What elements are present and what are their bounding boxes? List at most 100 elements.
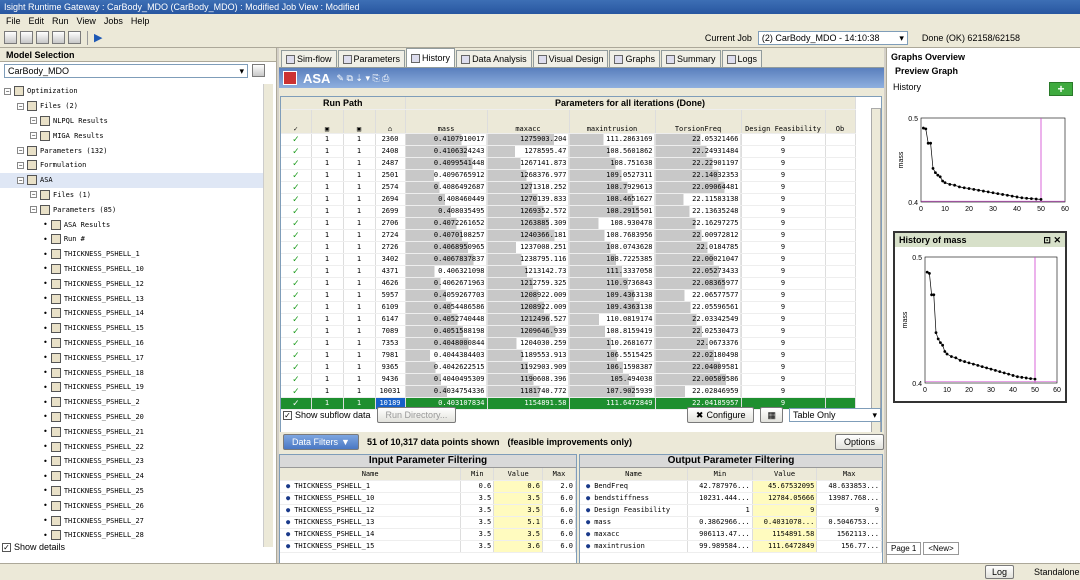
filter-row[interactable]: ● maxacc 906113.47... 1154891.58 1562113... xyxy=(580,528,882,541)
tree-node[interactable]: • THICKNESS_PSHELL_19 xyxy=(0,380,270,395)
column-header[interactable]: Name xyxy=(580,468,689,481)
tab-summary[interactable]: Summary xyxy=(660,50,721,67)
tree-node[interactable]: − Formulation xyxy=(0,158,270,173)
filter-cell[interactable]: 12784.05666 xyxy=(752,492,818,505)
graph-icon[interactable] xyxy=(68,31,81,44)
tab-visual-design[interactable]: Visual Design xyxy=(532,50,609,67)
filter-cell[interactable]: 45.67532095 xyxy=(752,480,818,493)
filter-row[interactable]: ● THICKNESS_PSHELL_1 0.6 0.6 2.0 xyxy=(280,480,576,493)
tab-sim-flow[interactable]: Sim-flow xyxy=(281,50,337,67)
table-row[interactable]: ✓ 1 1 2487 0.4099541448 1267141.873 108.751638… xyxy=(281,157,856,170)
tree-node[interactable]: • THICKNESS_PSHELL_28 xyxy=(0,528,270,543)
column-header[interactable]: Design Feasibility xyxy=(741,109,826,134)
expand-icon[interactable]: − xyxy=(30,117,37,125)
model-edit-icon[interactable] xyxy=(252,64,265,77)
filter-cell[interactable]: 9 xyxy=(752,504,818,517)
tree-node[interactable]: • THICKNESS_PSHELL_25 xyxy=(0,484,270,499)
configure-button[interactable]: ✖ Configure xyxy=(686,407,755,423)
current-job-select[interactable]: (2) CarBody_MDO - 14:10:38 ▾ xyxy=(757,31,908,45)
filter-cell[interactable]: 5.1 xyxy=(493,516,543,529)
filter-cell[interactable]: 111.6472849 xyxy=(752,540,818,553)
menu-jobs[interactable]: Jobs xyxy=(100,16,127,26)
filter-row[interactable]: ● Design Feasibility 1 9 9 xyxy=(580,504,882,517)
tree-node[interactable]: • THICKNESS_PSHELL_2 xyxy=(0,395,270,410)
menu-run[interactable]: Run xyxy=(48,16,73,26)
table-view-button[interactable]: ▦ xyxy=(760,407,783,423)
tree-node[interactable]: − Parameters (85) xyxy=(0,202,270,217)
show-details[interactable]: ✓ Show details xyxy=(2,542,65,552)
col-icon-2[interactable]: ▣ xyxy=(343,109,376,134)
tree-node[interactable]: • THICKNESS_PSHELL_26 xyxy=(0,498,270,513)
tree-scrollbar[interactable] xyxy=(263,84,273,547)
table-row[interactable]: ✓ 1 1 9436 0.4040495309 1190608.396 105.494038… xyxy=(281,373,856,386)
filter-cell[interactable]: 3.5 xyxy=(493,528,543,541)
filter-row[interactable]: ● BendFreq 42.787976... 45.67532095 48.63385… xyxy=(580,480,882,493)
filter-row[interactable]: ● THICKNESS_PSHELL_13 3.5 5.1 6.0 xyxy=(280,516,576,529)
tree-node[interactable]: − Parameters (132) xyxy=(0,143,270,158)
filter-row[interactable]: ● mass 0.3862966... 0.4031078... 0.5046753..… xyxy=(580,516,882,529)
column-header[interactable]: Value xyxy=(752,468,818,481)
save-icon[interactable] xyxy=(20,31,33,44)
column-header[interactable]: Ob xyxy=(825,109,856,134)
col-icon-1[interactable]: ▣ xyxy=(311,109,344,134)
table-row[interactable]: ✓ 1 1 6147 0.4052740448 1212496.527 110.081917… xyxy=(281,313,856,326)
tab-data-analysis[interactable]: Data Analysis xyxy=(456,50,532,67)
tree-node[interactable]: − MIGA Results xyxy=(0,128,270,143)
table-row[interactable]: ✓ 1 1 6109 0.4054486586 1208922.009 109.436313… xyxy=(281,301,856,314)
table-row[interactable]: ✓ 1 1 2699 0.408035495 1269352.572 108.2915501… xyxy=(281,205,856,218)
tree-node[interactable]: − ASA xyxy=(0,172,270,188)
tree-node[interactable]: − Optimization xyxy=(0,84,270,99)
close-icon[interactable]: ⊡ ✕ xyxy=(1043,235,1061,245)
expand-icon[interactable]: − xyxy=(30,132,37,140)
options-button[interactable]: Options xyxy=(834,434,884,450)
table-row[interactable]: ✓ 1 1 2501 0.4096765912 1268376.977 109.052731… xyxy=(281,169,856,182)
filter-row[interactable]: ● THICKNESS_PSHELL_14 3.5 3.5 6.0 xyxy=(280,528,576,541)
table-row[interactable]: ✓ 1 1 2694 0.408460449 1270139.833 108.4651627… xyxy=(281,193,856,206)
table-row[interactable]: ✓ 1 1 4626 0.4062671963 1212759.325 110.973684… xyxy=(281,277,856,290)
log-button[interactable]: Log xyxy=(985,565,1015,579)
table-row[interactable]: ✓ 1 1 10031 0.4034754336 1181740.772 107.90259… xyxy=(281,385,856,398)
table-row[interactable]: ✓ 1 1 2724 0.4070108257 1240366.181 108.768395… xyxy=(281,229,856,242)
expand-icon[interactable]: − xyxy=(17,161,24,169)
tree-node[interactable]: • THICKNESS_PSHELL_14 xyxy=(0,306,270,321)
table-row[interactable]: ✓ 1 1 2726 0.4068950965 1237008.251 108.074362… xyxy=(281,241,856,254)
run-directory-button[interactable]: Run Directory... xyxy=(376,407,457,423)
column-header[interactable]: TorsionFreq xyxy=(655,109,742,134)
tree-node[interactable]: • THICKNESS_PSHELL_16 xyxy=(0,336,270,351)
column-header[interactable]: Name xyxy=(280,468,462,481)
column-header[interactable]: Max xyxy=(816,468,882,481)
table-row[interactable]: ✓ 1 1 2706 0.4072261652 1263885.309 108.930478… xyxy=(281,217,856,230)
table-row[interactable]: ✓ 1 1 7353 0.4048000844 1204030.259 110.268167… xyxy=(281,337,856,350)
expand-icon[interactable]: − xyxy=(30,206,37,214)
component-toolbar-icons[interactable]: ✎ ⧉ ⇣ ▾ ⎘ ⎙ xyxy=(336,73,389,84)
expand-icon[interactable]: − xyxy=(30,191,37,199)
column-header[interactable]: Min xyxy=(687,468,753,481)
tree-node[interactable]: • THICKNESS_PSHELL_20 xyxy=(0,410,270,425)
page-tab-1[interactable]: Page 1 xyxy=(886,542,922,555)
expand-icon[interactable]: − xyxy=(17,102,24,110)
column-header[interactable]: Max xyxy=(542,468,576,481)
tree-node[interactable]: • THICKNESS_PSHELL_23 xyxy=(0,454,270,469)
filter-row[interactable]: ● THICKNESS_PSHELL_12 3.5 3.5 6.0 xyxy=(280,504,576,517)
column-header[interactable]: Value xyxy=(493,468,543,481)
expand-icon[interactable]: − xyxy=(17,176,24,184)
tab-graphs[interactable]: Graphs xyxy=(609,50,660,67)
table-row[interactable]: ✓ 1 1 9365 0.4042622515 1192903.909 106.159838… xyxy=(281,361,856,374)
tree-node[interactable]: • THICKNESS_PSHELL_12 xyxy=(0,276,270,291)
tab-logs[interactable]: Logs xyxy=(721,50,763,67)
data-filters-button[interactable]: Data Filters ▼ xyxy=(283,434,359,450)
tree-node[interactable]: • THICKNESS_PSHELL_22 xyxy=(0,439,270,454)
tree-node[interactable]: • THICKNESS_PSHELL_17 xyxy=(0,350,270,365)
tree-node[interactable]: − Files (1) xyxy=(0,188,270,203)
run-icon[interactable]: ▶ xyxy=(94,31,102,44)
tree-node[interactable]: • THICKNESS_PSHELL_13 xyxy=(0,291,270,306)
model-select[interactable]: CarBody_MDO ▾ xyxy=(4,64,248,78)
menu-view[interactable]: View xyxy=(73,16,100,26)
menu-help[interactable]: Help xyxy=(127,16,154,26)
tree-node[interactable]: • THICKNESS_PSHELL_1 xyxy=(0,247,270,262)
print-icon[interactable] xyxy=(36,31,49,44)
filter-cell[interactable]: 1154891.58 xyxy=(752,528,818,541)
expand-icon[interactable]: − xyxy=(4,87,11,95)
filter-row[interactable]: ● THICKNESS_PSHELL_10 3.5 3.5 6.0 xyxy=(280,492,576,505)
col-icon-3[interactable]: ⌂ xyxy=(375,109,406,134)
